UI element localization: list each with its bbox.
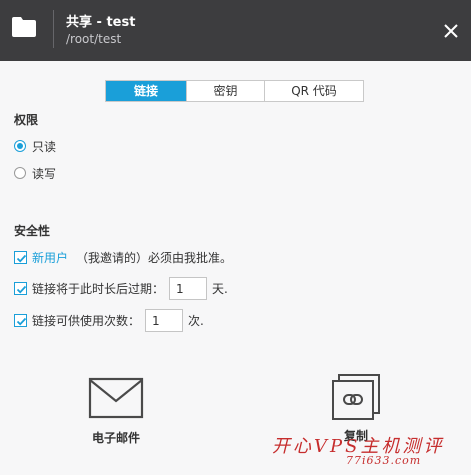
new-user-approval-checkbox[interactable] <box>14 251 27 264</box>
email-label: 电子邮件 <box>91 431 140 445</box>
uses-unit: 次. <box>188 314 204 328</box>
security-heading: 安全性 <box>14 224 51 238</box>
watermark-sub: 77i633.com <box>346 454 422 467</box>
close-icon[interactable] <box>438 18 464 44</box>
watermark: 开心VPS主机测评 77i633.com <box>272 432 468 472</box>
radio-read-only-button[interactable] <box>14 140 26 152</box>
expire-row: 链接将于此时长后过期： 天. <box>14 277 228 300</box>
expire-checkbox[interactable] <box>14 282 27 295</box>
radio-read-write-button[interactable] <box>14 167 26 179</box>
expire-unit: 天. <box>212 282 228 296</box>
permissions-heading: 权限 <box>14 113 39 127</box>
title-separator <box>53 10 54 48</box>
tab-qr-code[interactable]: QR 代码 <box>264 81 363 101</box>
expire-days-input[interactable] <box>169 277 208 300</box>
new-user-approval-row: 新用户 （我邀请的）必须由我批准。 <box>14 249 232 266</box>
uses-row: 链接可供使用次数： 次. <box>14 309 204 332</box>
new-user-approval-text: （我邀请的）必须由我批准。 <box>76 251 233 265</box>
radio-read-write-label: 读写 <box>32 166 57 181</box>
tab-key[interactable]: 密钥 <box>186 81 264 101</box>
tab-link[interactable]: 链接 <box>106 81 186 101</box>
radio-read-only-label: 只读 <box>32 139 57 154</box>
envelope-icon <box>88 377 144 419</box>
uses-checkbox[interactable] <box>14 314 27 327</box>
title-bar: 共享 - test /root/test <box>0 0 471 61</box>
expire-text: 链接将于此时长后过期： <box>32 282 165 296</box>
folder-icon <box>12 17 36 37</box>
window-path: /root/test <box>66 32 122 46</box>
tab-bar: 链接 密钥 QR 代码 <box>105 80 364 102</box>
email-button[interactable]: 电子邮件 <box>80 377 152 446</box>
uses-text: 链接可供使用次数： <box>32 314 141 328</box>
radio-read-write[interactable]: 读写 <box>14 165 56 181</box>
window-title: 共享 - test <box>66 15 136 30</box>
uses-count-input[interactable] <box>145 309 184 332</box>
new-user-link[interactable]: 新用户 <box>32 249 68 266</box>
copy-link-icon <box>332 374 380 420</box>
radio-read-only[interactable]: 只读 <box>14 138 56 154</box>
